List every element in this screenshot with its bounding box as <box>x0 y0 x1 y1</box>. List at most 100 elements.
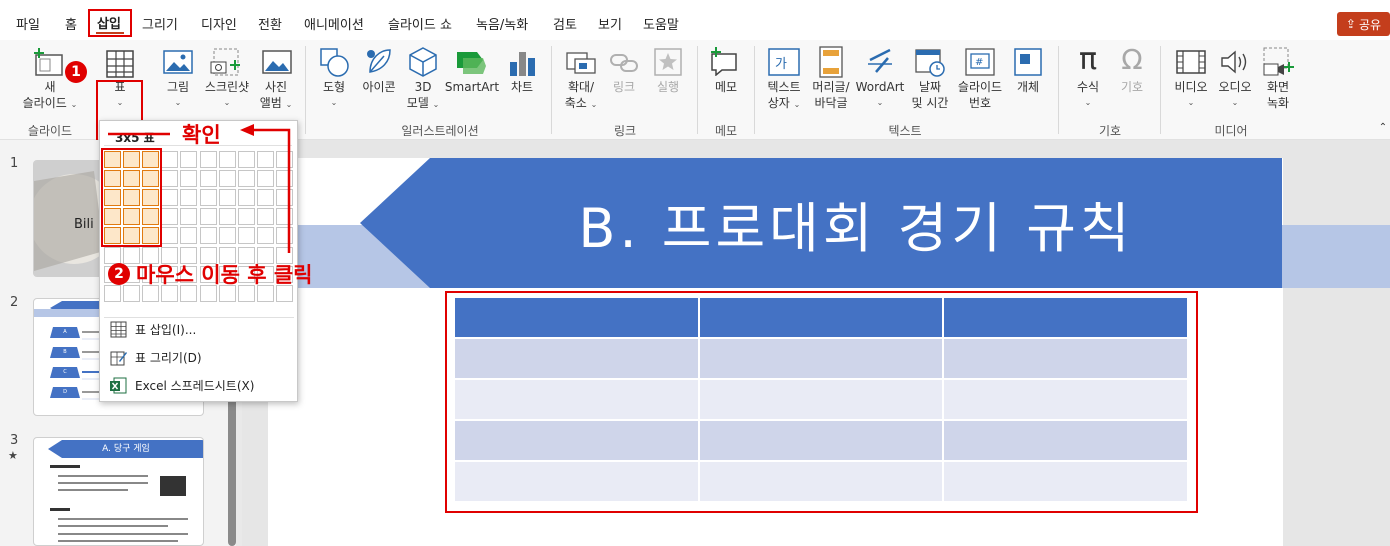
slide-3-content <box>50 465 188 542</box>
date-time-label-1: 날짜 <box>918 80 942 94</box>
grid-cell[interactable] <box>276 227 293 244</box>
grid-cell[interactable] <box>257 189 274 206</box>
grid-cell[interactable] <box>219 189 236 206</box>
tab-file[interactable]: 파일 <box>16 14 40 33</box>
grid-cell[interactable] <box>200 227 217 244</box>
smartart-icon <box>457 52 486 74</box>
step-1-badge: 1 <box>65 61 87 83</box>
grid-cell[interactable] <box>161 227 178 244</box>
screen-recording-icon <box>1263 47 1294 76</box>
draw-table-item[interactable]: 표 그리기(D) <box>110 349 202 366</box>
pi-icon: π <box>1078 42 1098 77</box>
tab-home[interactable]: 홈 <box>65 14 77 33</box>
grid-cell[interactable] <box>238 151 255 168</box>
excel-sheet-item[interactable]: Excel 스프레드시트(X) <box>110 377 254 394</box>
slide-number-label-1: 슬라이드 <box>957 80 1003 94</box>
grid-cell[interactable] <box>180 151 197 168</box>
grid-cell[interactable] <box>161 170 178 187</box>
collapse-ribbon-icon[interactable]: ⌃ <box>1378 120 1388 135</box>
grid-cell[interactable] <box>238 189 255 206</box>
grid-cell[interactable] <box>161 208 178 225</box>
grid-cell[interactable] <box>161 151 178 168</box>
excel-icon <box>110 377 127 394</box>
tab-record[interactable]: 녹음/녹화 <box>476 14 528 33</box>
tab-animations[interactable]: 애니메이션 <box>304 14 364 33</box>
wordart-icon <box>868 48 892 73</box>
grid-cell[interactable] <box>219 227 236 244</box>
group-comments: 메모 <box>714 124 738 138</box>
zoom-label-1: 확대/ <box>567 80 595 94</box>
new-slide-label-2: 슬라이드 ⌄ <box>22 96 78 110</box>
svg-text:가: 가 <box>775 57 787 72</box>
action-label: 실행 <box>656 80 680 94</box>
thumbnail-scrollbar-thumb[interactable] <box>228 380 236 546</box>
speaker-icon <box>1221 50 1247 74</box>
grid-cell[interactable] <box>276 208 293 225</box>
ribbon-separator <box>1058 46 1059 134</box>
tab-review[interactable]: 검토 <box>553 14 577 33</box>
photo-album-icon <box>262 50 292 74</box>
header-footer-label-2: 바닥글 <box>814 96 848 110</box>
tab-view[interactable]: 보기 <box>598 14 622 33</box>
group-media: 미디어 <box>1214 124 1248 138</box>
grid-cell[interactable] <box>180 189 197 206</box>
header-footer-label-1: 머리글/ <box>812 80 850 94</box>
grid-cell[interactable] <box>161 189 178 206</box>
grid-cell[interactable] <box>238 227 255 244</box>
screen-recording-label-1: 화면 <box>1266 80 1290 94</box>
grid-cell[interactable] <box>200 151 217 168</box>
star-action-icon <box>654 48 682 76</box>
slide-title[interactable]: B. 프로대회 경기 규칙 <box>430 158 1282 288</box>
tab-draw[interactable]: 그리기 <box>142 14 178 33</box>
tab-help[interactable]: 도움말 <box>643 14 679 33</box>
photo-album-label-2: 앨범 ⌄ <box>259 96 293 110</box>
grid-cell[interactable] <box>200 189 217 206</box>
insert-table-icon <box>110 321 127 338</box>
grid-cell[interactable] <box>200 170 217 187</box>
grid-cell[interactable] <box>238 170 255 187</box>
draw-table-icon <box>110 351 127 366</box>
grid-cell[interactable] <box>238 208 255 225</box>
grid-cell[interactable] <box>257 227 274 244</box>
grid-cell[interactable] <box>276 170 293 187</box>
insert-table-item[interactable]: 표 삽입(I)... <box>110 321 196 338</box>
grid-cell[interactable] <box>219 208 236 225</box>
new-slide-icon <box>34 48 63 76</box>
grid-cell[interactable] <box>276 151 293 168</box>
slide-thumbnail-3[interactable]: A. 당구 게임 <box>33 437 204 546</box>
grid-cell[interactable] <box>180 208 197 225</box>
grid-cell[interactable] <box>257 170 274 187</box>
audio-label: 오디오 <box>1218 80 1252 94</box>
grid-cell[interactable] <box>219 170 236 187</box>
grid-cell[interactable] <box>200 208 217 225</box>
textbox-icon: 가 <box>768 48 800 76</box>
grid-cell[interactable] <box>276 189 293 206</box>
grid-cell[interactable] <box>219 151 236 168</box>
film-icon <box>1176 50 1206 74</box>
grid-cell[interactable] <box>104 285 121 302</box>
share-button[interactable]: ⇪ 공유 <box>1337 12 1390 36</box>
textbox-label-2: 상자 ⌄ <box>767 96 801 110</box>
instruction-annotation: 마우스 이동 후 클릭 <box>136 263 313 287</box>
grid-cell[interactable] <box>257 208 274 225</box>
tab-transitions[interactable]: 전환 <box>258 14 282 33</box>
grid-cell[interactable] <box>180 227 197 244</box>
slide-number-3: 3 <box>10 433 19 448</box>
video-label: 비디오 <box>1174 80 1208 94</box>
table-icon <box>106 50 134 78</box>
shapes-chevron: ⌄ <box>330 98 338 107</box>
slide-3-star-icon: ★ <box>8 449 18 462</box>
slide-2-item-b: B <box>50 347 80 358</box>
grid-cell[interactable] <box>180 170 197 187</box>
date-time-label-2: 및 시간 <box>911 96 949 110</box>
share-label: 공유 <box>1358 17 1382 32</box>
slide-2-item-a: A <box>50 327 80 338</box>
grid-cell[interactable] <box>257 151 274 168</box>
slide-3-title: A. 당구 게임 <box>48 440 203 458</box>
tab-slideshow[interactable]: 슬라이드 쇼 <box>388 14 452 33</box>
table-size-label: 3x5 표 <box>115 131 155 145</box>
omega-icon: Ω <box>1121 43 1143 76</box>
shapes-icon <box>320 48 349 77</box>
tab-design[interactable]: 디자인 <box>201 14 237 33</box>
grid-cell[interactable] <box>104 247 121 264</box>
